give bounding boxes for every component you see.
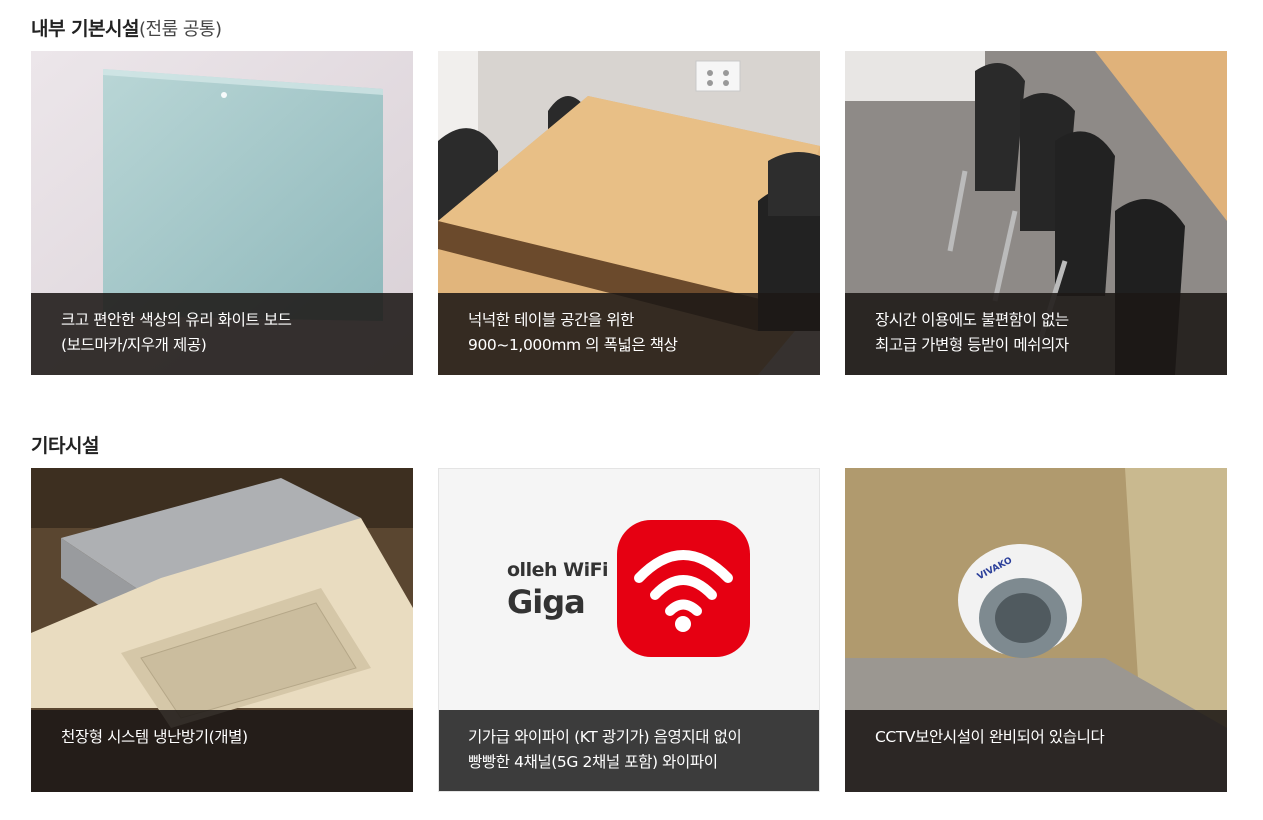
- wifi-logo-text: olleh WiFi Giga: [507, 559, 609, 621]
- caption-line-1: 넉넉한 테이블 공간을 위한: [468, 311, 635, 329]
- caption-line-1: 기가급 와이파이 (KT 광기가) 음영지대 없이: [468, 728, 742, 746]
- facility-caption: CCTV보안시설이 완비되어 있습니다: [845, 710, 1227, 792]
- facility-card-wifi: olleh WiFi Giga 기가급 와이파이 (KT 광기가) 음영지대 없…: [438, 468, 820, 792]
- caption-line-1: 장시간 이용에도 불편함이 없는: [875, 311, 1069, 329]
- facility-card-cctv: VIVAKO CCTV보안시설이 완비되어 있습니다: [845, 468, 1227, 792]
- facility-caption: 천장형 시스템 냉난방기(개별): [31, 710, 413, 792]
- caption-line-2: 빵빵한 4채널(5G 2채널 포함) 와이파이: [468, 753, 718, 771]
- facility-caption: 장시간 이용에도 불편함이 없는 최고급 가변형 등받이 메쉬의자: [845, 293, 1227, 375]
- wifi-brand: olleh WiFi: [507, 559, 609, 581]
- section-title-internal: 내부 기본시설(전룸 공통): [31, 14, 222, 41]
- caption-line-1: CCTV보안시설이 완비되어 있습니다: [875, 728, 1105, 746]
- facility-card-chairs: 장시간 이용에도 불편함이 없는 최고급 가변형 등받이 메쉬의자: [845, 51, 1227, 375]
- caption-line-2: 900~1,000mm 의 폭넓은 책상: [468, 336, 678, 354]
- wifi-tier: Giga: [507, 583, 586, 621]
- facility-card-air-conditioner: 천장형 시스템 냉난방기(개별): [31, 468, 413, 792]
- wifi-icon: [617, 520, 750, 657]
- section-subtitle: (전룸 공통): [139, 19, 222, 40]
- facility-card-desk: 넉넉한 테이블 공간을 위한 900~1,000mm 의 폭넓은 책상: [438, 51, 820, 375]
- facility-card-whiteboard: 크고 편안한 색상의 유리 화이트 보드 (보드마카/지우개 제공): [31, 51, 413, 375]
- facility-caption: 크고 편안한 색상의 유리 화이트 보드 (보드마카/지우개 제공): [31, 293, 413, 375]
- caption-line-1: 천장형 시스템 냉난방기(개별): [61, 728, 248, 746]
- caption-line-2: (보드마카/지우개 제공): [61, 336, 207, 354]
- caption-line-1: 크고 편안한 색상의 유리 화이트 보드: [61, 311, 292, 329]
- facility-caption: 기가급 와이파이 (KT 광기가) 음영지대 없이 빵빵한 4채널(5G 2채널…: [439, 710, 819, 791]
- section-title-text: 기타시설: [31, 435, 99, 457]
- section-title-text: 내부 기본시설: [31, 18, 140, 40]
- section-title-other: 기타시설: [31, 431, 99, 458]
- facility-caption: 넉넉한 테이블 공간을 위한 900~1,000mm 의 폭넓은 책상: [438, 293, 820, 375]
- caption-line-2: 최고급 가변형 등받이 메쉬의자: [875, 336, 1069, 354]
